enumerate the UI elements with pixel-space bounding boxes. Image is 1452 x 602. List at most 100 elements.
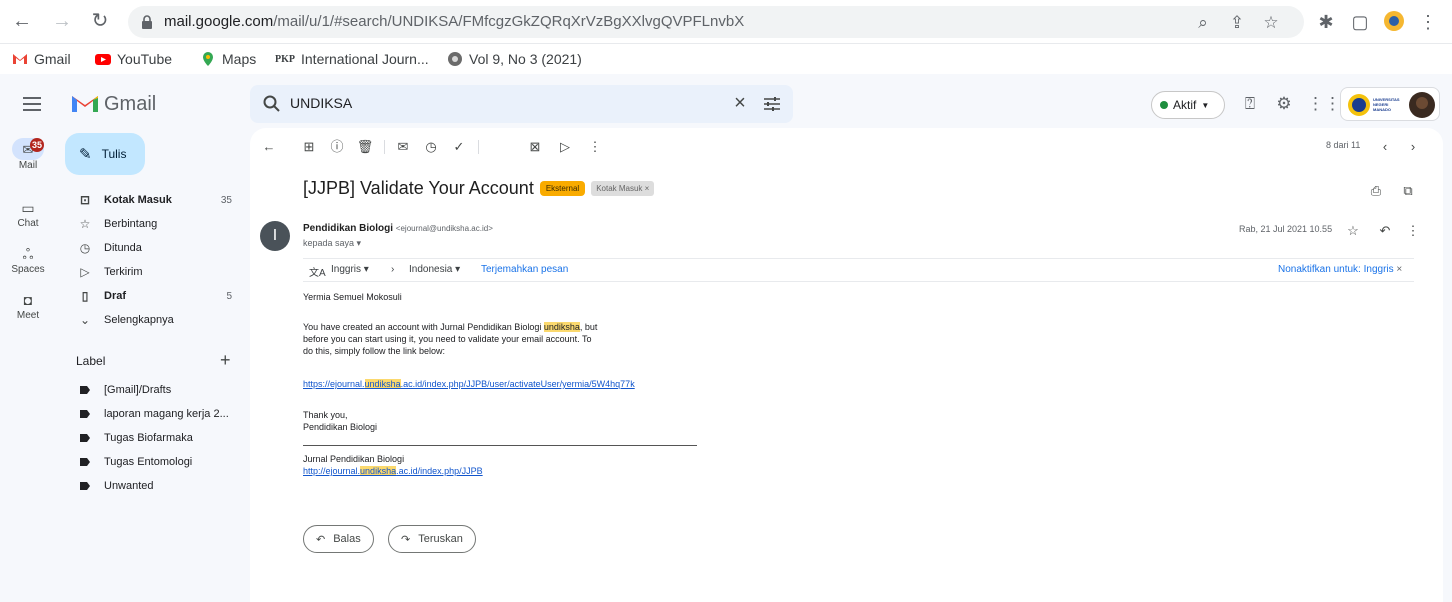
gmail-icon bbox=[13, 54, 27, 64]
mark-unread-icon[interactable]: ✉ bbox=[394, 138, 412, 156]
rail-mail[interactable]: ✉ 35 Mail bbox=[0, 138, 56, 171]
label-name: Tugas Biofarmaka bbox=[104, 432, 193, 444]
source-language-select[interactable]: Inggris ▾ bbox=[331, 264, 369, 275]
print-icon[interactable]: ⎙ bbox=[1367, 182, 1385, 200]
forward-arrow-icon: ↷ bbox=[401, 533, 411, 546]
bookmark-youtube[interactable]: YouTube bbox=[95, 49, 172, 69]
search-bar[interactable]: UNDIKSA × bbox=[250, 85, 793, 123]
search-highlight[interactable]: undiksha bbox=[360, 466, 397, 476]
share-icon[interactable]: ⇪ bbox=[1226, 12, 1248, 34]
more-actions-icon[interactable]: ⋮ bbox=[586, 138, 604, 156]
star-icon: ☆ bbox=[79, 217, 91, 231]
label-tag-icon bbox=[80, 482, 90, 490]
bookmark-label: International Journ... bbox=[301, 51, 429, 67]
add-task-icon[interactable]: ✓ bbox=[450, 138, 468, 156]
translate-bar: 文A Inggris ▾ › Indonesia ▾ Terjemahkan p… bbox=[303, 258, 1414, 282]
report-spam-icon[interactable]: ⓘ bbox=[328, 138, 346, 156]
star-icon[interactable]: ☆ bbox=[1344, 222, 1362, 240]
nav-item-drafts[interactable]: ▯ Draf 5 bbox=[56, 284, 246, 308]
side-panel-icon[interactable]: ▢ bbox=[1348, 10, 1372, 34]
reply-button[interactable]: ↶ Balas bbox=[303, 525, 374, 553]
inbox-label-chip[interactable]: Kotak Masuk × bbox=[591, 181, 655, 196]
main-menu-icon[interactable] bbox=[20, 92, 44, 116]
label-item[interactable]: Tugas Entomologi bbox=[56, 450, 246, 474]
bookmark-gmail[interactable]: Gmail bbox=[12, 49, 71, 69]
menu-icon[interactable]: ⋮ bbox=[1416, 10, 1440, 34]
search-highlight[interactable]: undiksha bbox=[364, 379, 401, 389]
delete-icon[interactable]: 🗑︎ bbox=[356, 138, 374, 156]
rail-spaces[interactable]: ஃ Spaces bbox=[0, 246, 56, 275]
clear-search-icon[interactable]: × bbox=[728, 92, 752, 115]
email-greeting: Yermia Semuel Mokosuli bbox=[303, 292, 402, 302]
sender-email: <ejournal@undiksha.ac.id> bbox=[395, 224, 493, 233]
archive-icon[interactable]: ⊞ bbox=[300, 138, 318, 156]
label-item[interactable]: Tugas Biofarmaka bbox=[56, 426, 246, 450]
search-icon[interactable] bbox=[262, 94, 282, 114]
nav-item-more[interactable]: ⌄ Selengkapnya bbox=[56, 308, 246, 332]
sender-name[interactable]: Pendidikan Biologi bbox=[303, 223, 393, 234]
address-bar[interactable]: mail.google.com/mail/u/1/#search/UNDIKSA… bbox=[128, 6, 1304, 38]
zoom-icon[interactable]: ⌕ bbox=[1192, 12, 1214, 34]
activation-link[interactable]: https://ejournal.undiksha.ac.id/index.ph… bbox=[303, 378, 635, 390]
nav-item-snoozed[interactable]: ◷ Ditunda bbox=[56, 236, 246, 260]
settings-gear-icon[interactable]: ⚙ bbox=[1273, 93, 1295, 115]
back-icon[interactable]: ← bbox=[10, 9, 34, 33]
rail-meet[interactable]: ◘ Meet bbox=[0, 292, 56, 321]
recipient-details-toggle[interactable]: kepada saya ▾ bbox=[303, 238, 361, 249]
forward-icon[interactable]: → bbox=[50, 9, 74, 33]
bookmark-label: Maps bbox=[222, 51, 257, 67]
link-part[interactable]: https://ejournal. bbox=[303, 379, 365, 389]
more-options-icon[interactable]: ⋮ bbox=[1404, 222, 1422, 240]
reply-icon[interactable]: ↶ bbox=[1376, 222, 1394, 240]
disable-translation-link[interactable]: Nonaktifkan untuk: Inggris × bbox=[1278, 264, 1402, 275]
help-icon[interactable]: ⍰ bbox=[1239, 93, 1261, 115]
reload-icon[interactable]: ↻ bbox=[88, 9, 112, 33]
gmail-logo-icon bbox=[72, 96, 98, 112]
journal-link[interactable]: http://ejournal.undiksha.ac.id/index.php… bbox=[303, 465, 483, 477]
open-new-window-icon[interactable]: ⧉ bbox=[1399, 182, 1417, 200]
search-input[interactable]: UNDIKSA bbox=[290, 95, 352, 111]
target-language-select[interactable]: Indonesia ▾ bbox=[409, 264, 460, 275]
nav-item-starred[interactable]: ☆ Berbintang bbox=[56, 212, 246, 236]
label-name: [Gmail]/Drafts bbox=[104, 384, 172, 396]
sender-avatar[interactable]: I bbox=[260, 221, 290, 251]
extensions-icon[interactable]: ✱ bbox=[1314, 10, 1338, 34]
back-to-list-icon[interactable]: ← bbox=[260, 138, 278, 156]
account-switcher[interactable]: UNIVERSITAS NEGERI MANADO bbox=[1340, 87, 1440, 121]
translate-message-link[interactable]: Terjemahkan pesan bbox=[481, 264, 568, 275]
pkp-icon: PKP bbox=[275, 53, 295, 65]
profile-icon[interactable] bbox=[1382, 10, 1406, 34]
move-to-icon[interactable]: ⊠ bbox=[526, 138, 544, 156]
toolbar-divider bbox=[478, 140, 479, 154]
compose-button[interactable]: ✎ Tulis bbox=[65, 133, 145, 175]
search-options-icon[interactable] bbox=[762, 94, 782, 114]
apps-grid-icon[interactable]: ⋮⋮ bbox=[1307, 93, 1341, 115]
label-item[interactable]: Unwanted bbox=[56, 474, 246, 498]
older-icon[interactable]: › bbox=[1404, 138, 1422, 156]
bookmark-maps[interactable]: Maps bbox=[200, 49, 256, 69]
text-span: , but bbox=[579, 322, 598, 332]
source-language: Inggris bbox=[331, 264, 362, 275]
snooze-icon[interactable]: ◷ bbox=[422, 138, 440, 156]
bookmark-star-icon[interactable]: ☆ bbox=[1260, 12, 1282, 34]
status-selector[interactable]: Aktif ▼ bbox=[1151, 91, 1225, 119]
nav-item-count: 5 bbox=[226, 290, 232, 302]
search-highlight: undiksha bbox=[543, 322, 580, 332]
rail-chat[interactable]: ▭ Chat bbox=[0, 200, 56, 229]
link-part[interactable]: .ac.id/index.php/JJPB/user/activateUser/… bbox=[401, 379, 635, 389]
newer-icon[interactable]: ‹ bbox=[1376, 138, 1394, 156]
close-icon[interactable]: × bbox=[1396, 264, 1402, 275]
nav-item-sent[interactable]: ▷ Terkirim bbox=[56, 260, 246, 284]
link-part[interactable]: .ac.id/index.php/JJPB bbox=[396, 466, 483, 476]
bookmark-vol[interactable]: Vol 9, No 3 (2021) bbox=[447, 49, 582, 69]
nav-item-inbox[interactable]: ⊡ Kotak Masuk 35 bbox=[56, 188, 246, 212]
link-part[interactable]: http://ejournal. bbox=[303, 466, 360, 476]
label-icon[interactable]: ▷ bbox=[556, 138, 574, 156]
disable-translation-label: Nonaktifkan untuk: Inggris bbox=[1278, 264, 1394, 275]
label-item[interactable]: [Gmail]/Drafts bbox=[56, 378, 246, 402]
bookmark-pkp[interactable]: PKP International Journ... bbox=[275, 49, 429, 69]
gmail-logo[interactable]: Gmail bbox=[72, 88, 156, 120]
add-label-icon[interactable]: + bbox=[220, 350, 231, 371]
forward-button[interactable]: ↷ Teruskan bbox=[388, 525, 476, 553]
label-item[interactable]: laporan magang kerja 2... bbox=[56, 402, 246, 426]
